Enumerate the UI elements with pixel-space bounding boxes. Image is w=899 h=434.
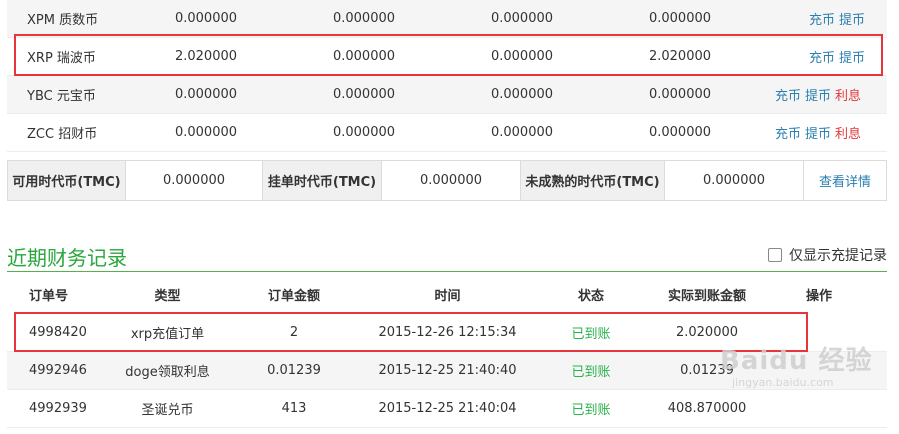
col-order-id: 订单号 [29,288,69,304]
coin-value: 0.000000 [648,87,712,102]
coin-value: 0.000000 [490,11,554,26]
filter-label: 仅显示充提记录 [789,248,887,264]
coin-actions: 充币 提币 [759,9,887,28]
deposit-link[interactable]: 充币 [809,51,835,66]
order-amount: 413 [281,401,307,416]
tmc-pending-value: 0.000000 [382,161,521,200]
watermark-url: jingyan.baidu.com [732,376,834,389]
order-actual: 408.870000 [667,401,747,416]
order-actual: 2.020000 [675,325,739,340]
coin-value: 0.000000 [648,125,712,140]
col-status: 状态 [577,288,604,304]
tmc-available-label: 可用时代币(TMC) [8,161,126,200]
records-header: 订单号 类型 订单金额 时间 状态 实际到账金额 操作 [7,276,887,312]
section-divider [7,271,887,272]
view-details-link[interactable]: 查看详情 [804,161,886,200]
withdraw-link[interactable]: 提币 [839,51,865,66]
order-time: 2015-12-25 21:40:40 [378,363,517,378]
coin-row-ybc: YBC 元宝币 0.000000 0.000000 0.000000 0.000… [7,76,887,114]
coin-name: YBC 元宝币 [27,89,96,104]
tmc-immature-value: 0.000000 [665,161,804,200]
tmc-summary: 可用时代币(TMC) 0.000000 挂单时代币(TMC) 0.000000 … [7,160,887,201]
order-status: 已到账 [571,327,611,342]
coin-name: XRP 瑞波币 [27,51,96,66]
interest-link[interactable]: 利息 [835,127,861,142]
tmc-available-value: 0.000000 [126,161,263,200]
coin-value: 0.000000 [332,125,396,140]
coin-row-xrp: XRP 瑞波币 2.020000 0.000000 0.000000 2.020… [7,38,887,76]
coin-actions: 充币 提币 利息 [759,123,887,142]
coin-value: 0.000000 [174,87,238,102]
order-type: doge领取利息 [125,365,210,380]
order-id: 4992946 [29,363,87,378]
coin-value: 0.000000 [332,11,396,26]
order-type: 圣诞兑币 [141,403,194,418]
tmc-pending-label: 挂单时代币(TMC) [263,161,382,200]
withdraw-link[interactable]: 提币 [805,127,831,142]
checkbox-icon[interactable] [768,248,782,262]
order-status: 已到账 [571,365,611,380]
table-row: 4992939 圣诞兑币 413 2015-12-25 21:40:04 已到账… [7,390,887,428]
order-status: 已到账 [571,403,611,418]
coin-value: 0.000000 [648,11,712,26]
order-type: xrp充值订单 [130,327,205,342]
withdraw-link[interactable]: 提币 [805,89,831,104]
col-type: 类型 [154,288,181,304]
deposit-link[interactable]: 充币 [775,89,801,104]
order-id: 4998420 [29,325,87,340]
order-amount: 0.01239 [267,363,321,378]
coin-value: 0.000000 [332,87,396,102]
coin-value: 2.020000 [648,49,712,64]
order-time: 2015-12-25 21:40:04 [378,401,517,416]
coin-value: 0.000000 [174,11,238,26]
order-amount: 2 [289,325,299,340]
col-amount: 订单金额 [267,288,320,304]
coin-actions: 充币 提币 [759,47,887,66]
col-actual: 实际到账金额 [667,288,746,304]
withdraw-link[interactable]: 提币 [839,13,865,28]
interest-link[interactable]: 利息 [835,89,861,104]
coin-name: XPM 质数币 [27,13,99,28]
tmc-immature-label: 未成熟的时代币(TMC) [521,161,665,200]
coin-row-xpm: XPM 质数币 0.000000 0.000000 0.000000 0.000… [7,0,887,38]
coin-value: 0.000000 [332,49,396,64]
coin-row-zcc: ZCC 招财币 0.000000 0.000000 0.000000 0.000… [7,114,887,152]
baidu-watermark: Baidu 经验 [720,346,873,376]
col-actions: 操作 [805,288,832,304]
coin-actions: 充币 提币 利息 [759,85,887,104]
coin-value: 2.020000 [174,49,238,64]
coin-value: 0.000000 [490,87,554,102]
col-time: 时间 [434,288,461,304]
section-title: 近期财务记录 [7,246,127,270]
coin-value: 0.000000 [174,125,238,140]
coin-value: 0.000000 [490,49,554,64]
order-time: 2015-12-26 12:15:34 [378,325,517,340]
deposit-link[interactable]: 充币 [775,127,801,142]
order-id: 4992939 [29,401,87,416]
coin-name: ZCC 招财币 [27,127,98,142]
coin-value: 0.000000 [490,125,554,140]
recharge-only-filter[interactable]: 仅显示充提记录 [768,245,887,265]
deposit-link[interactable]: 充币 [809,13,835,28]
